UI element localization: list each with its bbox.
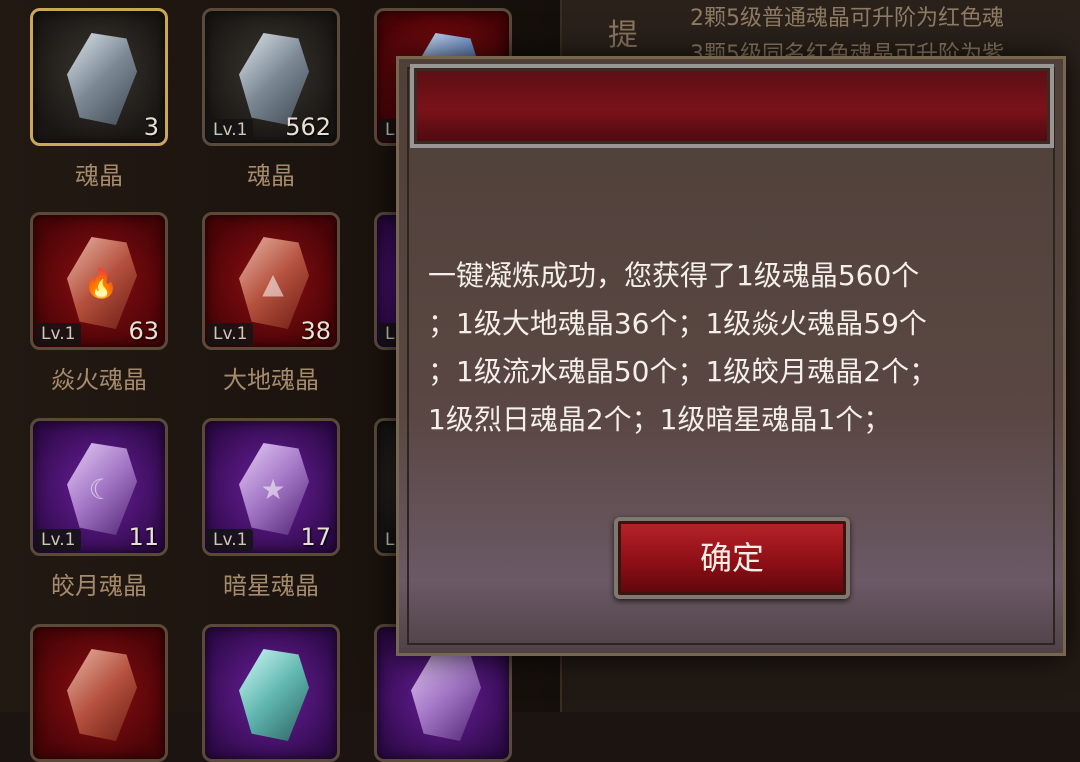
star-icon: ★: [260, 473, 286, 506]
level-tag: Lv.1: [207, 323, 254, 345]
crystal-icon: [239, 649, 309, 741]
item-name: 焱火魂晶: [51, 366, 147, 394]
item-count: 63: [128, 317, 159, 345]
message-line: 1级烈日魂晶2个；1级暗星魂晶1个；: [428, 403, 892, 436]
soul-crystal-icon: [67, 33, 137, 125]
inventory-slot-fire-crystal[interactable]: 🔥 Lv.1 63: [30, 212, 168, 350]
dialog-message: 一键凝炼成功，您获得了1级魂晶560个 ；1级大地魂晶36个；1级焱火魂晶59个…: [428, 252, 1028, 444]
item-name: 魂晶: [75, 162, 123, 190]
inventory-slot-soul-crystal-lv1[interactable]: Lv.1 562: [202, 8, 340, 146]
item-name: 皎月魂晶: [51, 572, 147, 600]
level-tag: Lv.1: [207, 119, 254, 141]
tips-label: 提: [608, 18, 638, 53]
inventory-slot-teal-crystal[interactable]: [202, 624, 340, 762]
item-count: 562: [285, 113, 331, 141]
tip-line-1: 2颗5级普通魂晶可升阶为红色魂: [690, 6, 1004, 31]
item-name: 大地魂晶: [223, 366, 319, 394]
item-count: 3: [143, 113, 159, 141]
level-tag: Lv.1: [35, 323, 82, 345]
earth-icon: ▲: [262, 267, 284, 300]
confirm-button[interactable]: 确定: [614, 517, 850, 599]
message-line: ；1级大地魂晶36个；1级焱火魂晶59个: [428, 307, 927, 340]
message-line: ；1级流水魂晶50个；1级皎月魂晶2个；: [428, 355, 938, 388]
fire-icon: 🔥: [83, 267, 119, 300]
inventory-slot-soul-crystal[interactable]: 3: [30, 8, 168, 146]
dialog-title-bar: [410, 64, 1054, 148]
inventory-slot-star-crystal[interactable]: ★ Lv.1 17: [202, 418, 340, 556]
level-tag: Lv.1: [207, 529, 254, 551]
item-count: 17: [300, 523, 331, 551]
item-count: 38: [300, 317, 331, 345]
message-line: 一键凝炼成功，您获得了1级魂晶560个: [428, 259, 920, 292]
inventory-slot-red-crystal[interactable]: [30, 624, 168, 762]
soul-crystal-icon: [239, 33, 309, 125]
level-tag: Lv.1: [35, 529, 82, 551]
crystal-icon: [67, 649, 137, 741]
inventory-slot-moon-crystal[interactable]: ☾ Lv.1 11: [30, 418, 168, 556]
crystal-icon: [411, 649, 481, 741]
item-name: 魂晶: [247, 162, 295, 190]
inventory-slot-earth-crystal[interactable]: ▲ Lv.1 38: [202, 212, 340, 350]
item-name: 暗星魂晶: [223, 572, 319, 600]
item-count: 11: [128, 523, 159, 551]
moon-icon: ☾: [88, 473, 114, 506]
